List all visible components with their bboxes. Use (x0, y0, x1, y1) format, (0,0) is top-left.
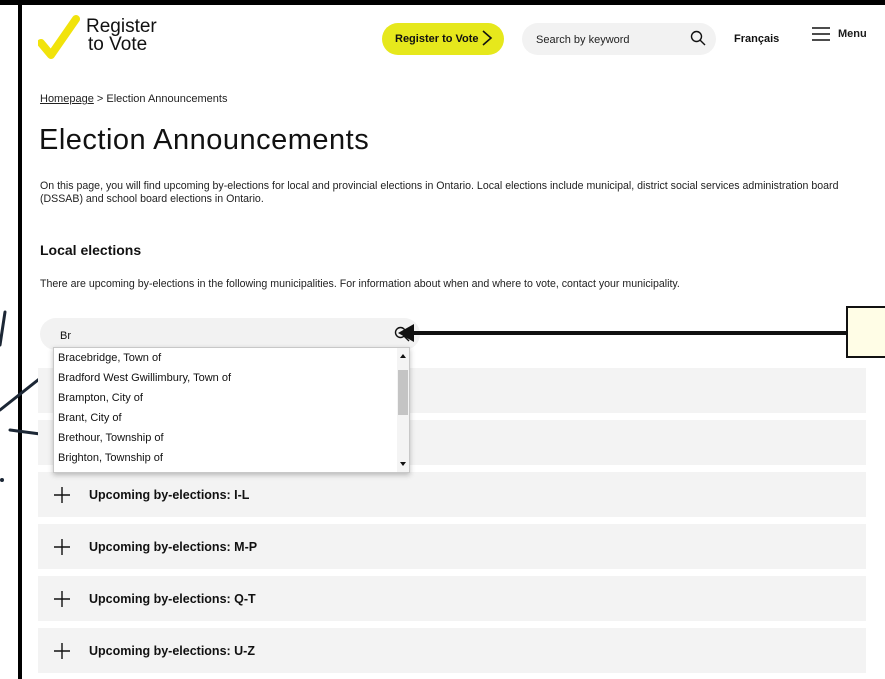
annotation-arrow (398, 324, 858, 342)
search-icon[interactable] (690, 30, 706, 46)
municipality-search (40, 318, 420, 350)
accordion-label: Upcoming by-elections: Q-T (89, 591, 256, 606)
suggestion-option[interactable]: Bracebridge, Town of (54, 348, 409, 368)
site-search-input[interactable] (534, 30, 683, 50)
site-logo[interactable]: Register to Vote (38, 15, 157, 59)
breadcrumb-home-link[interactable]: Homepage (40, 93, 94, 105)
scroll-down-arrow-icon[interactable] (400, 462, 406, 466)
plus-icon (54, 590, 70, 607)
accordion-label: Upcoming by-elections: U-Z (89, 643, 255, 658)
checkmark-icon (38, 15, 80, 59)
menu-label: Menu (838, 28, 867, 40)
suggestion-option[interactable]: Brighton, Township of (54, 448, 409, 468)
suggestion-option[interactable]: Brethour, Township of (54, 428, 409, 448)
logo-line-2: to Vote (88, 34, 148, 55)
accordion-label: Upcoming by-elections: I-L (89, 487, 250, 502)
accordion-by-elections-m-p[interactable]: Upcoming by-elections: M-P (38, 524, 866, 569)
accordion-by-elections-u-z[interactable]: Upcoming by-elections: U-Z (38, 628, 866, 673)
logo-text: Register to Vote (86, 15, 157, 54)
site-header: Register to Vote Register to Vote França… (22, 5, 885, 71)
accordion-by-elections-i-l[interactable]: Upcoming by-elections: I-L (38, 472, 866, 517)
breadcrumb-current: Election Announcements (106, 93, 228, 105)
annotation-callout-box (846, 306, 885, 358)
dropdown-scrollbar[interactable] (397, 348, 409, 472)
register-button-label: Register to Vote (395, 33, 479, 45)
section-title-local-elections: Local elections (40, 242, 142, 258)
municipality-search-input[interactable] (58, 326, 382, 346)
register-to-vote-button[interactable]: Register to Vote (382, 23, 504, 55)
accordion-label: Upcoming by-elections: M-P (89, 539, 258, 554)
plus-icon (54, 486, 70, 503)
municipality-suggestions-list: Bracebridge, Town of Bradford West Gwill… (53, 347, 410, 473)
suggestion-option[interactable]: Brant, City of (54, 408, 409, 428)
chevron-right-icon (482, 30, 493, 46)
intro-text: On this page, you will find upcoming by-… (40, 180, 839, 205)
page-title: Election Announcements (39, 124, 370, 156)
plus-icon (54, 642, 70, 659)
site-search (522, 23, 716, 55)
accordion-by-elections-q-t[interactable]: Upcoming by-elections: Q-T (38, 576, 866, 621)
scrollbar-thumb[interactable] (398, 370, 408, 415)
breadcrumb: Homepage > Election Announcements (40, 93, 227, 105)
hamburger-icon (812, 27, 830, 41)
scroll-up-arrow-icon[interactable] (400, 354, 406, 358)
suggestion-option[interactable]: Bradford West Gwillimbury, Town of (54, 368, 409, 388)
breadcrumb-separator: > (93, 93, 107, 105)
section-description: There are upcoming by-elections in the f… (40, 278, 680, 290)
plus-icon (54, 538, 70, 555)
language-toggle-link[interactable]: Français (734, 33, 779, 45)
menu-button[interactable]: Menu (812, 27, 867, 41)
suggestion-option[interactable]: Brampton, City of (54, 388, 409, 408)
